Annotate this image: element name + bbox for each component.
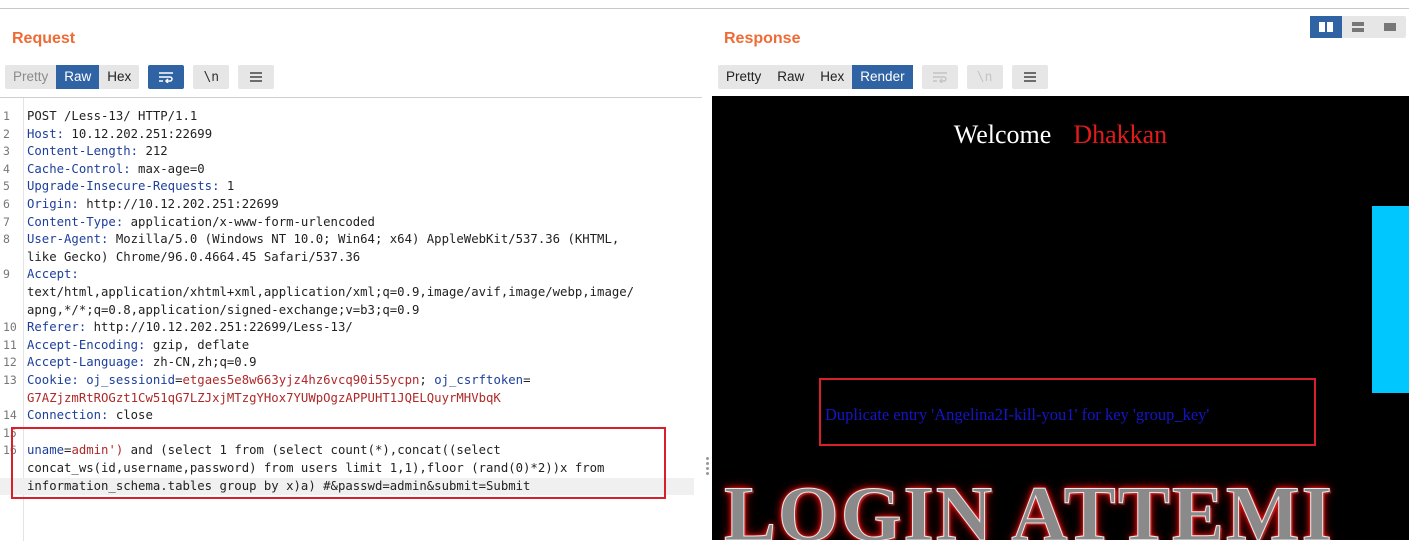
line-content: User-Agent: Mozilla/5.0 (Windows NT 10.0…	[27, 232, 620, 247]
line-content: Referer: http://10.12.202.251:22699/Less…	[27, 320, 353, 335]
response-tab-pretty[interactable]: Pretty	[718, 65, 769, 89]
username-text: Dhakkan	[1073, 120, 1168, 149]
line-content: Accept-Encoding: gzip, deflate	[27, 337, 250, 352]
line-number: 12	[3, 355, 17, 370]
request-line: 1 POST /Less-13/ HTTP/1.1	[0, 108, 694, 126]
wrap-lines-icon	[932, 72, 947, 83]
line-number: 14	[3, 408, 17, 423]
response-tab-hex[interactable]: Hex	[812, 65, 852, 89]
request-line: 6 Origin: http://10.12.202.251:22699	[0, 196, 694, 214]
request-line: 10 Referer: http://10.12.202.251:22699/Le…	[0, 319, 694, 337]
hamburger-menu-icon	[1023, 72, 1036, 82]
rendered-response: Welcome Dhakkan Duplicate entry 'Angelina…	[712, 96, 1409, 540]
response-menu-button[interactable]	[1011, 65, 1048, 89]
line-content: Accept-Language: zh-CN,zh;q=0.9	[27, 355, 257, 370]
request-line: apng,*/*;q=0.8,application/signed-exchan…	[0, 302, 694, 320]
line-content: Accept:	[27, 267, 79, 282]
line-content: Content-Type: application/x-www-form-url…	[27, 214, 375, 229]
request-line: G7AZjzmRtROGzt1Cw51qG7LZJxjMTzgYHox7YUWp…	[0, 390, 694, 408]
request-tab-hex[interactable]: Hex	[99, 65, 139, 89]
layout-switcher	[1310, 16, 1406, 38]
request-newline-button[interactable]: \n	[193, 65, 230, 89]
request-line: text/html,application/xhtml+xml,applicat…	[0, 284, 694, 302]
line-number: 4	[3, 161, 10, 176]
request-pane: Request Pretty Raw Hex \n 1 POST /Less-13…	[0, 10, 702, 541]
request-line: 12 Accept-Language: zh-CN,zh;q=0.9	[0, 354, 694, 372]
line-number: 9	[3, 267, 10, 282]
line-number: 11	[3, 337, 17, 352]
request-toolbar: Pretty Raw Hex \n	[5, 65, 275, 89]
cyan-image-block	[1372, 206, 1409, 393]
hamburger-menu-icon	[250, 72, 263, 82]
line-number: 7	[3, 214, 10, 229]
request-tab-raw[interactable]: Raw	[56, 65, 100, 89]
request-wrap-button[interactable]	[148, 65, 185, 89]
request-tab-pretty[interactable]: Pretty	[5, 65, 56, 89]
response-tab-raw[interactable]: Raw	[769, 65, 812, 89]
line-number: 5	[3, 179, 10, 194]
request-line: 14 Connection: close	[0, 407, 694, 425]
response-view-tabs: Pretty Raw Hex Render	[718, 65, 913, 89]
request-line: 13 Cookie: oj_sessionid=etgaes5e8w663yjz4…	[0, 372, 694, 390]
request-line: 8 User-Agent: Mozilla/5.0 (Windows NT 10.…	[0, 231, 694, 249]
layout-split-vertical[interactable]	[1342, 16, 1374, 38]
request-view-tabs: Pretty Raw Hex	[5, 65, 140, 89]
line-content: Content-Length: 212	[27, 144, 168, 159]
welcome-heading: Welcome Dhakkan	[712, 120, 1409, 150]
line-number: 1	[3, 109, 10, 123]
request-line: like Gecko) Chrome/96.0.4664.45 Safari/5…	[0, 249, 694, 267]
response-newline-button[interactable]: \n	[966, 65, 1003, 89]
line-content: Cache-Control: max-age=0	[27, 161, 205, 176]
layout-single-pane[interactable]	[1374, 16, 1406, 38]
line-content: POST /Less-13/ HTTP/1.1	[27, 109, 198, 123]
request-line: 11 Accept-Encoding: gzip, deflate	[0, 337, 694, 355]
line-number: 2	[3, 126, 10, 141]
line-number: 6	[3, 197, 10, 211]
split-horizontal-icon	[1319, 22, 1333, 32]
single-pane-icon	[1384, 23, 1396, 31]
sql-error-message: Duplicate entry 'Angelina2I-kill-you1' f…	[825, 405, 1210, 424]
line-content: Upgrade-Insecure-Requests: 1	[27, 179, 235, 194]
line-content: Host: 10.12.202.251:22699	[27, 126, 213, 141]
line-content: apng,*/*;q=0.8,application/signed-exchan…	[27, 302, 420, 317]
line-content: text/html,application/xhtml+xml,applicat…	[27, 285, 635, 299]
request-line: 5 Upgrade-Insecure-Requests: 1	[0, 178, 694, 196]
welcome-text: Welcome	[953, 120, 1052, 149]
request-line: 9 Accept:	[0, 266, 694, 284]
request-title: Request	[12, 30, 76, 47]
line-number: 13	[3, 373, 17, 387]
line-content: Connection: close	[27, 408, 153, 423]
response-tab-render[interactable]: Render	[852, 65, 913, 89]
line-number: 3	[3, 144, 10, 159]
line-content: like Gecko) Chrome/96.0.4664.45 Safari/5…	[27, 249, 361, 264]
top-divider	[0, 0, 1409, 9]
request-line: 3 Content-Length: 212	[0, 143, 694, 161]
layout-split-horizontal[interactable]	[1310, 16, 1342, 38]
line-content: G7AZjzmRtROGzt1Cw51qG7LZJxjMTzgYHox7YUWp…	[27, 390, 501, 405]
response-wrap-button[interactable]	[921, 65, 958, 89]
request-line: 4 Cache-Control: max-age=0	[0, 161, 694, 179]
login-attempt-banner: LOGIN ATTEMI	[724, 470, 1334, 541]
line-number: 8	[3, 232, 10, 247]
line-number: 10	[3, 320, 17, 335]
line-content: Origin: http://10.12.202.251:22699	[27, 197, 279, 211]
wrap-lines-icon	[159, 72, 174, 83]
highlight-box-payload	[11, 427, 666, 499]
line-content: Cookie: oj_sessionid=etgaes5e8w663yjz4hz…	[27, 373, 531, 387]
request-menu-button[interactable]	[238, 65, 275, 89]
request-line: 2 Host: 10.12.202.251:22699	[0, 126, 694, 144]
split-vertical-icon	[1352, 22, 1364, 32]
response-title: Response	[724, 30, 801, 47]
request-line: 7 Content-Type: application/x-www-form-ur…	[0, 214, 694, 232]
response-pane: Response Pretty Raw Hex Render \n Welcom…	[710, 10, 1409, 540]
response-toolbar: Pretty Raw Hex Render \n	[718, 65, 1048, 89]
